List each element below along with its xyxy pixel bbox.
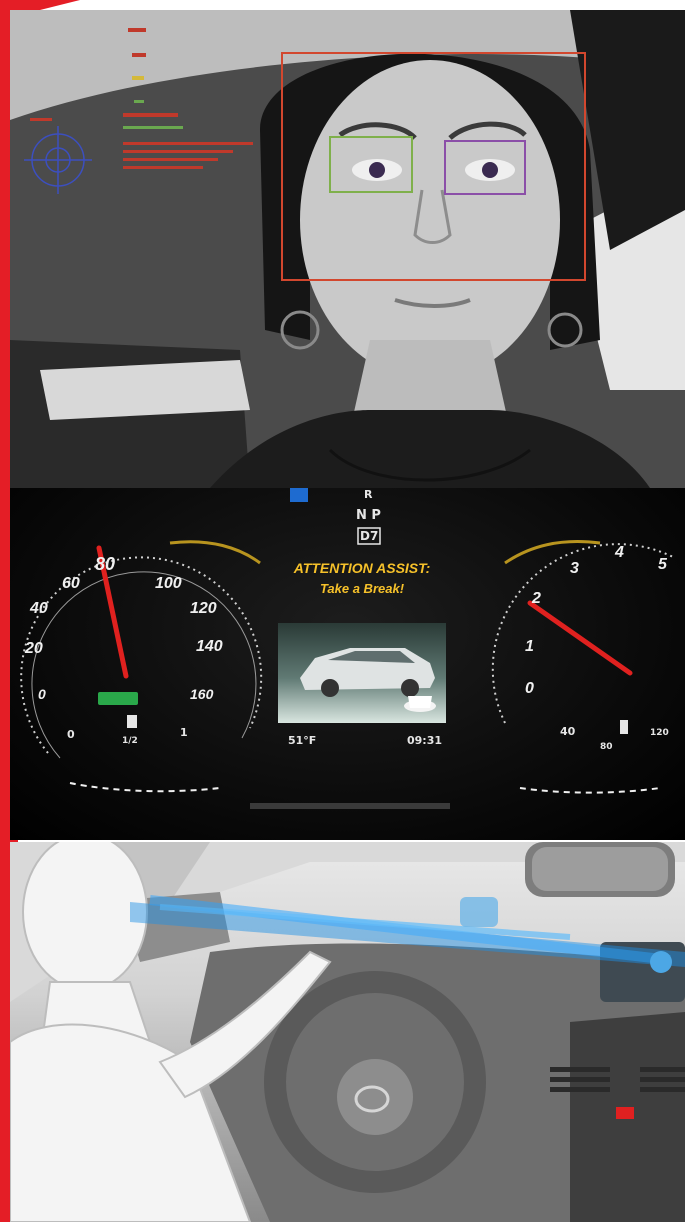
gear-indicator-np: N P <box>356 508 381 523</box>
temp-label-120: 120 <box>650 728 669 738</box>
rpm-label-1: 1 <box>525 638 534 655</box>
driver-monitoring-photo <box>10 10 685 488</box>
speed-label-100: 100 <box>155 575 182 592</box>
clock-time: 09:31 <box>407 734 443 747</box>
cluster-graphics <box>20 488 676 809</box>
outside-temperature: 51°F <box>288 734 317 747</box>
car-side-window <box>40 360 250 420</box>
speed-label-80: 80 <box>95 554 116 574</box>
rpm-label-3: 3 <box>570 560 579 577</box>
speed-label-40: 40 <box>30 600 48 617</box>
face-scene <box>10 10 685 488</box>
speed-label-20: 20 <box>25 640 43 657</box>
speed-label-0: 0 <box>38 686 46 702</box>
fuel-label-half: 1/2 <box>122 736 138 746</box>
instrument-cluster-photo: 60 80 100 40 120 20 140 0 160 0 1/2 1 2 … <box>10 488 685 840</box>
fuel-label-full: 1 <box>180 726 188 739</box>
tachometer-dial <box>491 543 676 794</box>
rpm-needle <box>527 600 633 676</box>
rpm-label-5: 5 <box>658 556 667 573</box>
temp-label-40: 40 <box>560 725 576 738</box>
speedometer-dial <box>20 556 263 793</box>
cabin-gaze-illustration <box>10 842 685 1222</box>
speed-label-120: 120 <box>190 600 217 617</box>
gaze-sensor <box>460 897 498 927</box>
gear-indicator-r: R <box>364 488 373 501</box>
gear-indicator-drive: D7 <box>360 529 379 543</box>
temp-label-80: 80 <box>600 742 613 752</box>
fuel-icon <box>127 715 137 728</box>
face <box>300 60 560 380</box>
speed-label-140: 140 <box>196 638 223 655</box>
indicator-light-icon <box>98 692 138 705</box>
coolant-temp-icon <box>620 720 628 734</box>
hazard-button <box>616 1107 634 1119</box>
rpm-label-2: 2 <box>532 590 541 607</box>
alert-message: Take a Break! <box>319 581 405 596</box>
fuel-label-empty: 0 <box>67 728 75 741</box>
rpm-label-0: 0 <box>525 680 534 697</box>
speed-label-60: 60 <box>62 575 80 592</box>
cruise-icon <box>290 488 308 502</box>
cabin-scene <box>10 842 685 1222</box>
rpm-label-4: 4 <box>615 544 624 561</box>
speed-label-160: 160 <box>190 686 214 702</box>
alert-title: ATTENTION ASSIST: <box>293 560 431 576</box>
